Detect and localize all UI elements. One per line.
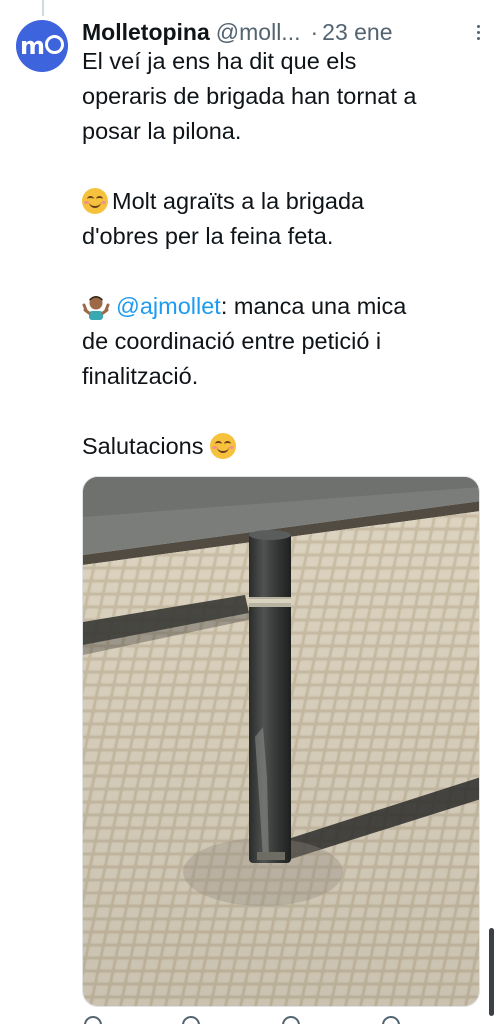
views-icon[interactable] — [382, 1016, 400, 1024]
smiling-face-emoji-icon — [210, 433, 237, 459]
scrollbar-thumb[interactable] — [489, 928, 494, 1016]
tweet-line: posar la pilona. — [82, 118, 242, 144]
author-display-name[interactable]: Molletopina — [82, 19, 210, 46]
bollard-photo-image — [83, 477, 479, 1006]
header-separator: · — [310, 18, 319, 45]
tweet-line-text: : manca una mica — [220, 293, 407, 319]
author-avatar[interactable]: m — [16, 20, 68, 72]
thread-connector-line — [42, 0, 44, 16]
tweet-action-bar — [82, 1016, 482, 1024]
person-shrugging-emoji-icon — [82, 296, 110, 320]
tweet-line: finalització. — [82, 363, 199, 389]
reply-icon[interactable] — [84, 1016, 102, 1024]
tweet-line-text: Salutacions — [82, 433, 204, 459]
author-handle[interactable]: @moll... — [216, 19, 301, 46]
tweet-line: d'obres per la feina feta. — [82, 223, 334, 249]
more-options-icon[interactable] — [475, 21, 482, 44]
like-icon[interactable] — [282, 1016, 300, 1024]
tweet-photo[interactable] — [82, 476, 480, 1007]
smiling-face-emoji-icon — [82, 188, 108, 214]
avatar-logo-icon: m — [20, 32, 64, 60]
tweet-line: Salutacions — [82, 429, 482, 464]
repost-icon[interactable] — [182, 1016, 200, 1024]
tweet-line: operaris de brigada han tornat a — [82, 83, 417, 109]
tweet-line: de coordinació entre petició i — [82, 328, 382, 354]
tweet-line-text: Molt agraïts a la brigada — [112, 188, 365, 214]
tweet-line: @ajmollet: manca una mica — [82, 289, 482, 324]
tweet-text: El veí ja ens ha dit que els operaris de… — [82, 44, 482, 464]
tweet-line: El veí ja ens ha dit que els — [82, 48, 357, 74]
mention-link[interactable]: @ajmollet — [116, 293, 221, 319]
tweet-line: Molt agraïts a la brigada — [82, 184, 482, 219]
tweet-date[interactable]: 23 ene — [322, 19, 392, 46]
